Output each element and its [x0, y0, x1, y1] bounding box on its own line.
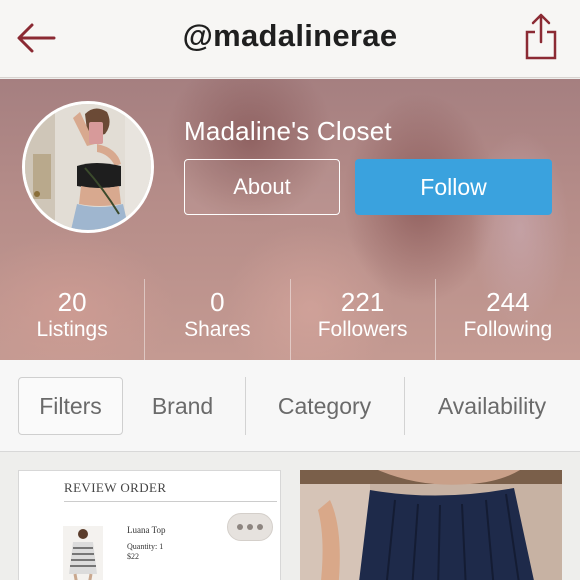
stat-shares[interactable]: 0 Shares	[145, 279, 291, 360]
stat-label: Followers	[317, 318, 408, 341]
filters-button[interactable]: Filters	[18, 377, 123, 435]
listing-photo	[300, 470, 562, 580]
stat-listings[interactable]: 20 Listings	[0, 279, 146, 360]
avatar[interactable]	[22, 101, 154, 233]
stats-bar: 20 Listings 0 Shares 221 Followers 244 F…	[0, 279, 580, 360]
divider	[404, 377, 405, 435]
closet-name: Madaline's Closet	[184, 116, 392, 146]
stat-count: 244	[486, 287, 530, 317]
listing-card[interactable]: REVIEW ORDER Luana Top Quantity: 1 $22	[18, 470, 281, 580]
tab-availability[interactable]: Availability	[412, 377, 572, 435]
stat-following[interactable]: 244 Following	[436, 279, 580, 360]
profile-header: Madaline's Closet About Follow 20 Listin…	[0, 79, 580, 360]
item-name: Luana Top	[127, 525, 166, 535]
share-icon	[525, 13, 557, 60]
follow-button[interactable]: Follow	[355, 159, 552, 215]
stat-followers[interactable]: 221 Followers	[291, 279, 436, 360]
stat-count: 20	[57, 287, 87, 317]
product-thumbnail	[63, 526, 103, 580]
username-title: @madalinerae	[182, 18, 398, 53]
stat-count: 0	[210, 287, 225, 317]
profile-photo	[25, 104, 151, 230]
stat-count: 221	[340, 287, 385, 317]
divider	[245, 377, 246, 435]
item-price: $22	[127, 552, 139, 561]
stat-label: Listings	[36, 318, 108, 341]
about-button[interactable]: About	[184, 159, 340, 215]
share-button[interactable]	[524, 12, 558, 60]
item-quantity: Quantity: 1	[127, 542, 164, 551]
filter-bar: Filters Brand Category Availability	[0, 360, 580, 452]
tab-category[interactable]: Category	[252, 377, 397, 435]
typing-indicator-icon	[227, 513, 273, 541]
listing-card[interactable]	[300, 470, 562, 580]
review-order-heading: REVIEW ORDER	[64, 480, 167, 495]
divider	[64, 501, 277, 502]
stat-label: Following	[463, 318, 553, 341]
tab-brand[interactable]: Brand	[130, 377, 235, 435]
stat-label: Shares	[184, 318, 251, 341]
top-nav-bar: @madalinerae	[0, 0, 580, 78]
